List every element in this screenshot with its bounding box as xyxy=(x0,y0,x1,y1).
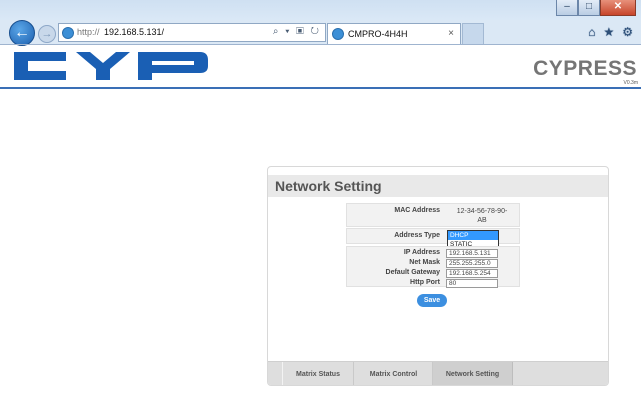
tab-close-icon[interactable]: × xyxy=(448,28,454,39)
net-mask-label: Net Mask xyxy=(409,259,440,266)
net-mask-field[interactable] xyxy=(446,259,498,268)
url-host: 192.168.5.131/ xyxy=(104,27,165,37)
address-type-label: Address Type xyxy=(394,232,440,239)
browser-tab[interactable]: CMPRO-4H4H × xyxy=(327,23,461,44)
http-port-field[interactable] xyxy=(446,279,498,288)
toolbar-icons: ⌂ ★ ⚙ xyxy=(588,25,633,39)
window-controls: – □ ✕ xyxy=(556,0,636,16)
url-prefix: http:// xyxy=(77,27,100,37)
mac-address-value: 12-34-56-78-90-AB xyxy=(456,208,508,224)
close-window-button[interactable]: ✕ xyxy=(600,0,636,16)
gear-icon[interactable]: ⚙ xyxy=(622,25,633,39)
tab-matrix-status[interactable]: Matrix Status xyxy=(282,362,354,385)
option-dhcp[interactable]: DHCP xyxy=(448,231,498,240)
home-icon[interactable]: ⌂ xyxy=(588,25,595,39)
back-button[interactable]: ← xyxy=(9,20,35,46)
search-refresh-icons[interactable]: ⌕ ▾ ▣ ↻ xyxy=(273,26,321,37)
panel-header: Network Setting xyxy=(268,175,608,197)
header-divider xyxy=(0,87,641,89)
save-button[interactable]: Save xyxy=(417,294,447,307)
default-gateway-field[interactable] xyxy=(446,269,498,278)
http-port-label: Http Port xyxy=(410,279,440,286)
forward-button[interactable]: → xyxy=(38,25,56,43)
panel-title: Network Setting xyxy=(275,178,382,194)
tab-matrix-control[interactable]: Matrix Control xyxy=(355,362,433,385)
star-icon[interactable]: ★ xyxy=(603,25,614,39)
ie-page-icon xyxy=(62,27,74,39)
maximize-button[interactable]: □ xyxy=(578,0,600,16)
navigation-bar: ← → http:// 192.168.5.131/ ⌕ ▾ ▣ ↻ CMPRO… xyxy=(0,20,641,46)
tab-network-setting[interactable]: Network Setting xyxy=(433,362,513,385)
page-tabs: Matrix Status Matrix Control Network Set… xyxy=(268,361,608,385)
ip-address-field[interactable] xyxy=(446,249,498,258)
network-setting-panel: Network Setting MAC Address 12-34-56-78-… xyxy=(267,166,609,386)
address-bar[interactable]: http:// 192.168.5.131/ ⌕ ▾ ▣ ↻ xyxy=(58,23,326,42)
tab-title: CMPRO-4H4H xyxy=(348,29,408,39)
tab-favicon-icon xyxy=(332,28,344,40)
default-gateway-label: Default Gateway xyxy=(385,269,440,276)
title-bar xyxy=(0,0,641,20)
cyp-logo xyxy=(14,52,208,80)
firmware-version: V0.3m xyxy=(623,80,638,86)
minimize-button[interactable]: – xyxy=(556,0,578,16)
ip-address-label: IP Address xyxy=(403,249,440,256)
browser-chrome: – □ ✕ ← → http:// 192.168.5.131/ ⌕ ▾ ▣ ↻… xyxy=(0,0,641,46)
mac-address-label: MAC Address xyxy=(394,207,440,214)
brand-name: CYPRESS xyxy=(533,57,637,80)
new-tab-button[interactable] xyxy=(462,23,484,44)
